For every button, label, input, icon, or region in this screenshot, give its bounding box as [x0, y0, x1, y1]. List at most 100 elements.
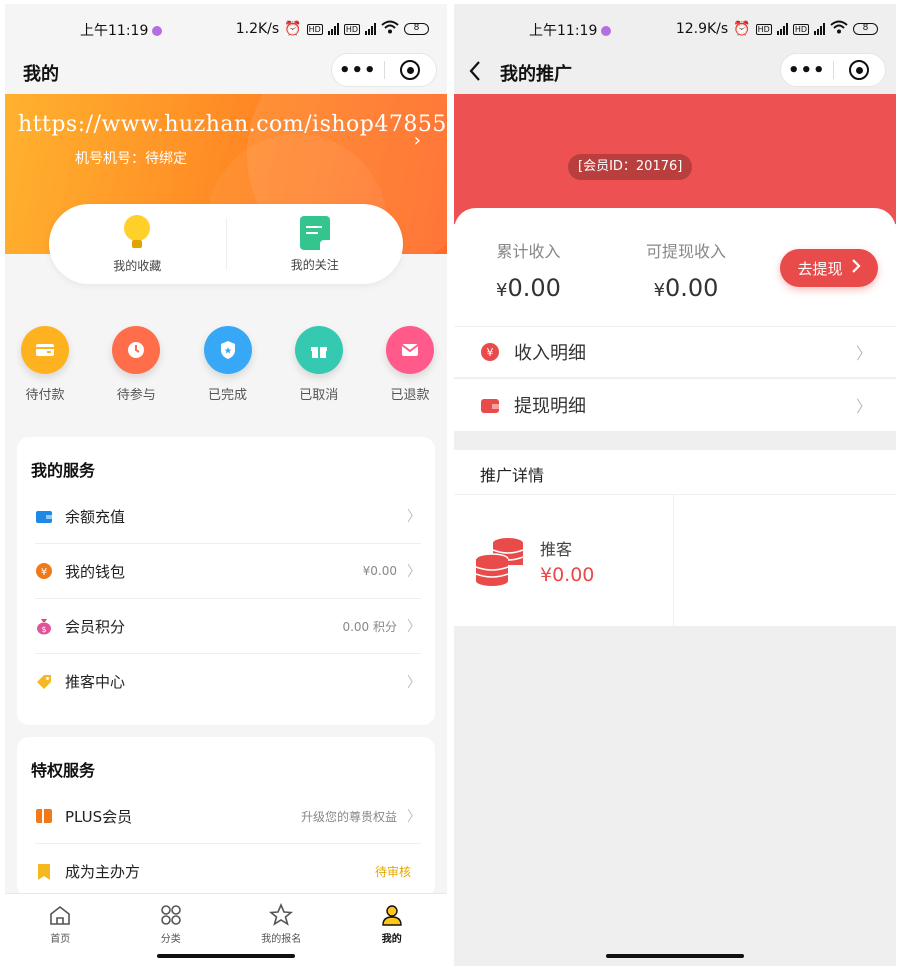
card-icon	[21, 326, 69, 374]
currency-symbol: ¥	[653, 280, 666, 301]
back-icon[interactable]	[468, 60, 482, 86]
status-bar: 上午11:19 1.2K/s ⏰ HD HD 8	[5, 4, 447, 50]
withdraw-detail-item[interactable]: 提现明细 〉	[454, 379, 896, 431]
app-dot-icon	[152, 26, 163, 36]
my-wallet-item[interactable]: ¥ 我的钱包 ¥0.00 〉	[35, 544, 421, 599]
title-bar: 我的推广 •••	[454, 50, 896, 94]
my-collect-label: 我的收藏	[113, 258, 162, 273]
svg-text:¥: ¥	[41, 567, 47, 578]
member-points-item[interactable]: $ 会员积分 0.00 积分 〉	[35, 599, 421, 654]
my-collect-button[interactable]: 我的收藏	[49, 204, 226, 284]
hd-icon: HD	[755, 23, 772, 35]
total-income: 累计收入 ¥0.00	[496, 238, 561, 302]
bookmark-icon	[35, 863, 53, 881]
plus-member-hint: 升级您的尊贵权益	[300, 809, 397, 824]
my-follow-label: 我的关注	[290, 257, 339, 272]
user-icon	[382, 905, 402, 926]
network-speed: 12.9K/s	[675, 21, 729, 37]
withdrawable-amount: 0.00	[665, 274, 719, 302]
promoter-center-item[interactable]: 推客中心 〉	[35, 654, 421, 709]
chevron-right-icon: 〉	[407, 809, 421, 825]
signal-icon	[776, 23, 788, 35]
order-refunded[interactable]: 已退款	[378, 326, 442, 416]
app-dot-icon	[601, 26, 612, 36]
page-title: 我的推广	[500, 64, 572, 85]
order-label: 待付款	[25, 388, 65, 403]
customer-label: 推客	[540, 539, 573, 559]
battery-icon: 8	[853, 23, 878, 35]
chevron-right-icon	[851, 258, 861, 278]
order-status-row: 待付款 待参与 已完成 已取消 已退款	[5, 326, 447, 416]
home-indicator	[606, 954, 744, 958]
tab-home[interactable]: 首页	[5, 894, 116, 966]
income-detail-item[interactable]: ¥ 收入明细 〉	[454, 326, 896, 378]
chevron-right-icon: 〉	[855, 344, 872, 363]
total-income-amount: 0.00	[507, 274, 561, 302]
chevron-right-icon: 〉	[407, 674, 421, 691]
note-icon	[299, 215, 330, 250]
withdrawable-income: 可提现收入 ¥0.00	[646, 238, 726, 302]
gift-icon	[294, 326, 343, 374]
alarm-icon: ⏰	[284, 21, 302, 37]
customer-amount: ¥0.00	[540, 563, 595, 586]
signal-icon	[327, 23, 339, 35]
mail-icon	[386, 326, 434, 374]
my-follow-button[interactable]: 我的关注	[227, 204, 404, 284]
tag-icon	[35, 673, 53, 691]
chevron-right-icon: 〉	[855, 397, 872, 416]
chevron-right-icon: 〉	[407, 509, 421, 525]
close-target-icon[interactable]	[385, 60, 437, 80]
watermark-text: https://www.huzhan.com/ishop47855	[18, 112, 447, 137]
battery-icon: 8	[404, 23, 429, 35]
page-title: 我的	[23, 64, 59, 85]
status-bar: 上午11:19 12.9K/s ⏰ HD HD 8	[454, 4, 896, 50]
currency-symbol: ¥	[496, 280, 508, 301]
network-speed: 1.2K/s	[235, 21, 280, 37]
status-time: 上午11:19	[529, 23, 598, 39]
order-label: 已退款	[390, 388, 430, 403]
privilege-services-card: 特权服务 PLUS会员 升级您的尊贵权益 〉 成为主办方 待审核	[17, 737, 435, 897]
total-income-label: 累计收入	[496, 242, 561, 261]
withdraw-button[interactable]: 去提现	[780, 249, 878, 287]
mini-program-capsule: •••	[780, 53, 886, 87]
hd-icon: HD	[343, 23, 360, 35]
more-icon[interactable]: •••	[332, 60, 384, 81]
plus-card-icon	[35, 807, 53, 825]
hd-icon: HD	[306, 23, 323, 35]
organizer-status: 待审核	[374, 865, 411, 879]
shield-icon	[203, 326, 252, 374]
promotion-header: [会员ID：20176]	[454, 94, 896, 224]
member-id-badge: [会员ID：20176]	[568, 154, 693, 180]
profile-screen: 上午11:19 1.2K/s ⏰ HD HD 8 我的 ••• 机号机号：待绑定…	[5, 4, 447, 966]
money-bag-icon: $	[35, 617, 53, 635]
wifi-icon	[381, 20, 399, 38]
alarm-icon: ⏰	[733, 21, 751, 37]
more-icon[interactable]: •••	[781, 60, 833, 81]
lightbulb-icon	[124, 214, 151, 251]
order-completed[interactable]: 已完成	[196, 326, 260, 416]
order-cancelled[interactable]: 已取消	[287, 326, 351, 416]
points-value: 0.00 积分	[342, 619, 397, 634]
section-title: 我的服务	[31, 461, 96, 480]
title-bar: 我的 •••	[5, 50, 447, 94]
wallet-icon	[480, 396, 502, 414]
wallet-icon	[35, 507, 53, 525]
order-pending-payment[interactable]: 待付款	[13, 326, 77, 416]
chevron-right-icon: 〉	[407, 619, 421, 635]
promotion-details-title: 推广详情	[454, 450, 896, 495]
status-time: 上午11:19	[80, 23, 149, 39]
become-organizer-item[interactable]: 成为主办方 待审核	[35, 844, 421, 899]
tab-mine[interactable]: 我的	[337, 894, 448, 966]
close-target-icon[interactable]	[834, 60, 886, 80]
hd-icon: HD	[792, 23, 809, 35]
plus-member-item[interactable]: PLUS会员 升级您的尊贵权益 〉	[35, 789, 421, 844]
promoter-customer-cell[interactable]: 推客 ¥0.00	[454, 495, 674, 626]
yen-coin-icon: ¥	[480, 342, 502, 362]
order-label: 已取消	[299, 388, 339, 403]
svg-text:$: $	[41, 625, 46, 634]
my-services-card: 我的服务 余额充值 〉 ¥ 我的钱包 ¥0.00 〉 $ 会员积分 0.00 积…	[17, 437, 435, 725]
order-pending-join[interactable]: 待参与	[104, 326, 168, 416]
svg-text:¥: ¥	[487, 346, 494, 359]
balance-recharge-item[interactable]: 余额充值 〉	[35, 489, 421, 544]
wallet-balance: ¥0.00	[362, 564, 397, 578]
